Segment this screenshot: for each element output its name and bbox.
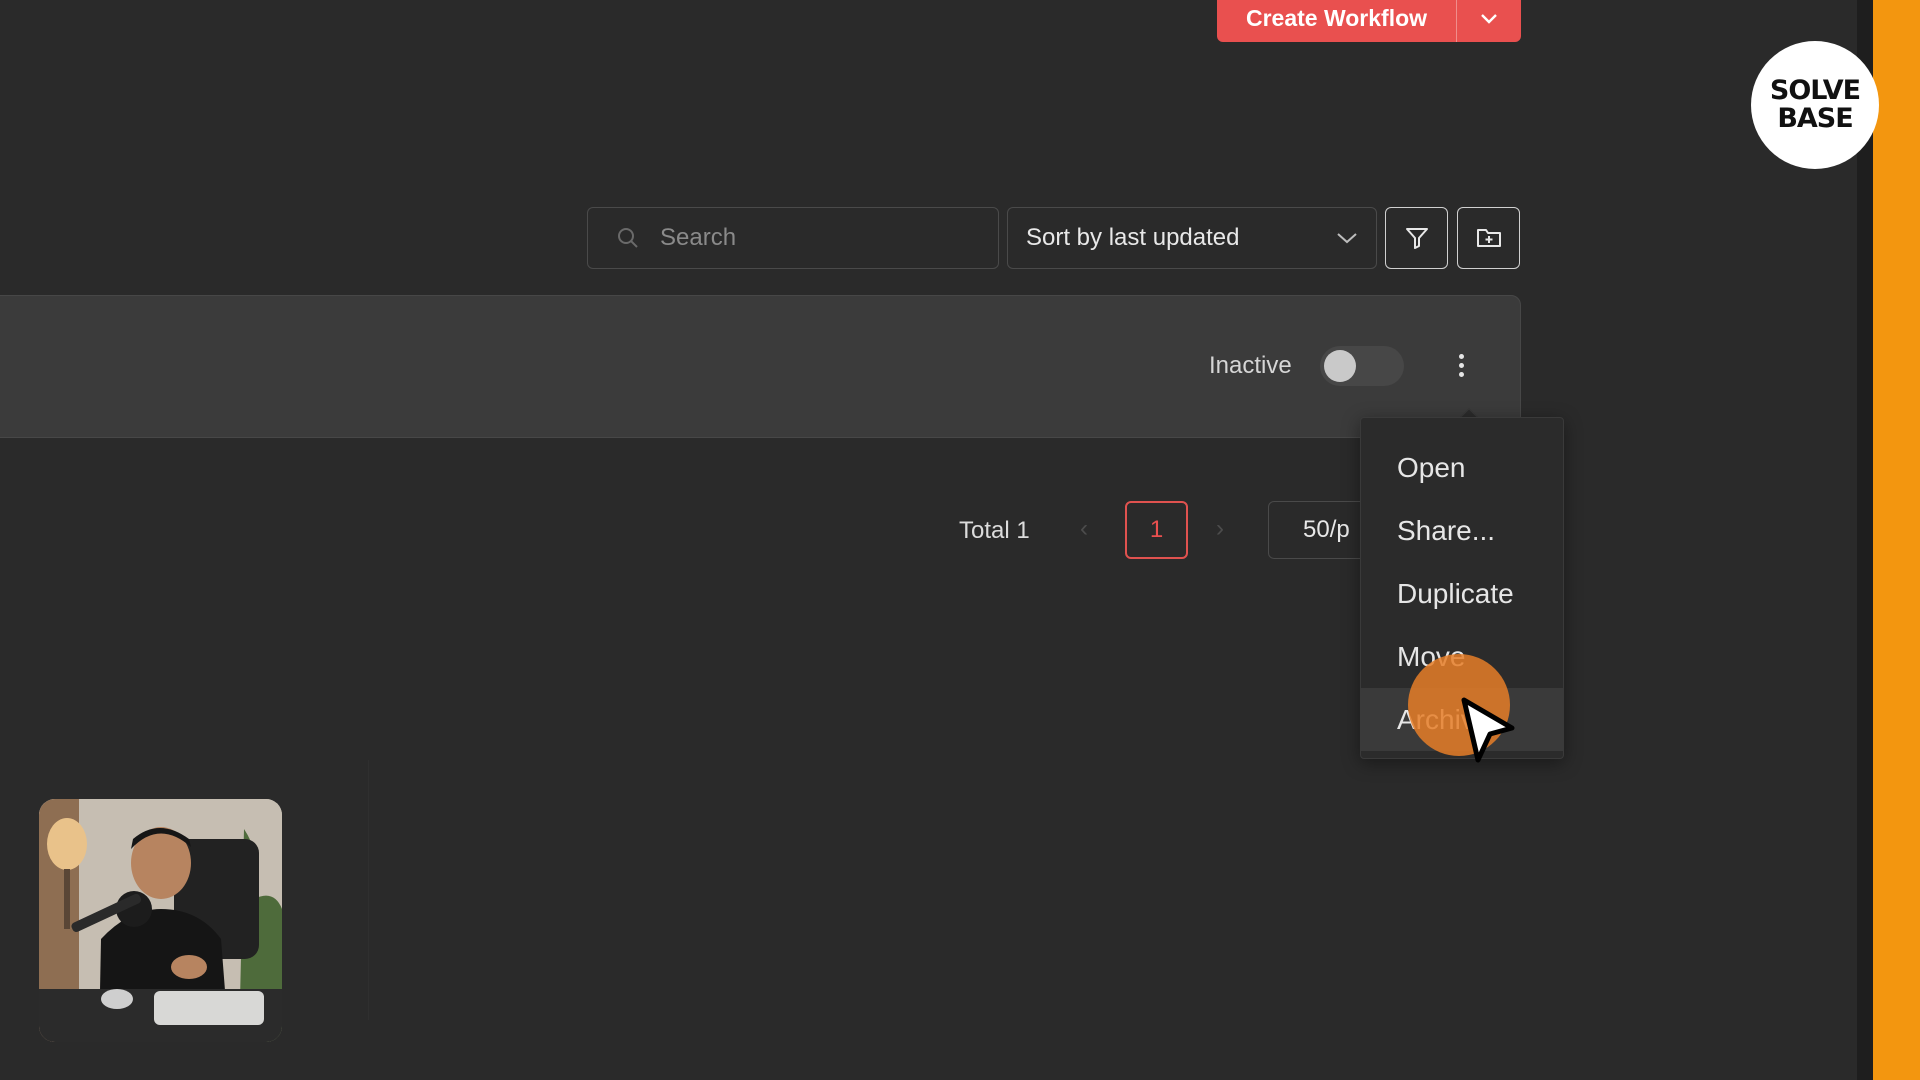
edge-shadow xyxy=(1857,0,1873,1080)
menu-item-share[interactable]: Share... xyxy=(1361,499,1563,562)
kebab-dot-icon xyxy=(1458,353,1464,359)
create-workflow-button[interactable]: Create Workflow xyxy=(1217,0,1456,42)
search-icon xyxy=(618,228,638,248)
folder-plus-icon xyxy=(1476,229,1501,247)
solvebase-logo: SOLVE BASE xyxy=(1751,41,1879,169)
menu-item-duplicate[interactable]: Duplicate xyxy=(1361,562,1563,625)
new-folder-button[interactable] xyxy=(1457,207,1520,269)
status-label: Inactive xyxy=(1209,352,1292,379)
prev-page-icon[interactable]: ‹ xyxy=(1080,515,1088,543)
page-number-button[interactable]: 1 xyxy=(1125,501,1188,559)
brand-strip xyxy=(1873,0,1920,1080)
chevron-down-icon xyxy=(1337,233,1357,244)
logo-line-2: BASE xyxy=(1777,103,1853,134)
pagination-total: Total 1 xyxy=(959,517,1030,544)
logo-line-1: SOLVE xyxy=(1769,75,1861,106)
chevron-down-icon xyxy=(1481,14,1497,24)
kebab-dot-icon xyxy=(1458,362,1464,368)
webcam-overlay xyxy=(39,799,282,1042)
active-toggle[interactable] xyxy=(1320,346,1404,386)
kebab-dot-icon xyxy=(1458,371,1464,377)
next-page-icon[interactable]: › xyxy=(1216,515,1224,543)
divider xyxy=(368,760,369,1020)
sort-label: Sort by last updated xyxy=(1026,224,1240,251)
toggle-knob xyxy=(1324,350,1356,382)
more-options-button[interactable] xyxy=(1449,346,1473,384)
workflow-card[interactable] xyxy=(0,295,1521,438)
filter-icon xyxy=(1405,228,1428,249)
search-field[interactable] xyxy=(587,207,999,269)
presenter-video-icon xyxy=(39,799,282,1042)
search-input[interactable] xyxy=(658,223,982,253)
menu-item-open[interactable]: Open xyxy=(1361,436,1563,499)
create-workflow-dropdown-toggle[interactable] xyxy=(1456,0,1521,42)
create-workflow-split-button: Create Workflow xyxy=(1217,0,1521,42)
mouse-pointer-icon xyxy=(1461,697,1515,763)
filter-button[interactable] xyxy=(1385,207,1448,269)
sort-select[interactable]: Sort by last updated xyxy=(1007,207,1377,269)
